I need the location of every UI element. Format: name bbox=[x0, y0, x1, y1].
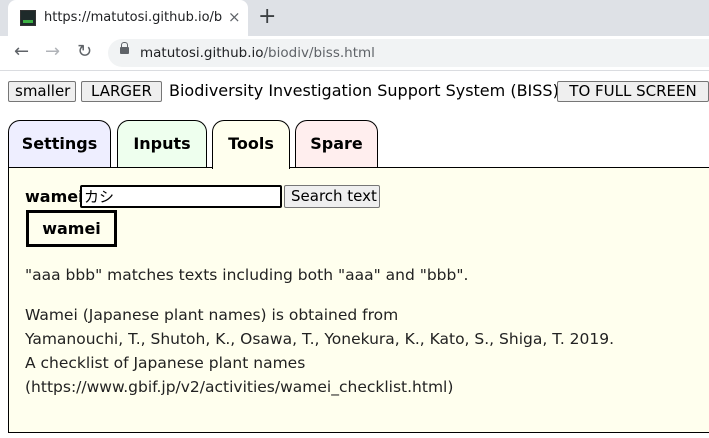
url-text: matutosi.github.io/biodiv/biss.html bbox=[140, 45, 375, 61]
close-tab-icon[interactable]: × bbox=[228, 8, 241, 26]
source-line-1: Wamei (Japanese plant names) is obtained… bbox=[25, 306, 399, 324]
tab-tools[interactable]: Tools bbox=[212, 120, 290, 169]
back-arrow-icon[interactable]: ← bbox=[14, 42, 29, 62]
browser-tab-title: https://matutosi.github.io/biodiv bbox=[44, 10, 222, 25]
url-host: matutosi.github.io bbox=[140, 45, 264, 61]
wamei-search-input[interactable] bbox=[80, 185, 282, 208]
tab-settings[interactable]: Settings bbox=[8, 120, 111, 168]
source-line-3: A checklist of Japanese plant names bbox=[25, 354, 306, 372]
reload-icon[interactable]: ↻ bbox=[77, 42, 92, 62]
larger-button[interactable]: LARGER bbox=[81, 81, 162, 102]
browser-tab[interactable]: https://matutosi.github.io/biodiv × bbox=[8, 0, 248, 36]
page-title: Biodiversity Investigation Support Syste… bbox=[169, 81, 559, 100]
forward-arrow-icon[interactable]: → bbox=[45, 42, 60, 62]
address-bar[interactable]: matutosi.github.io/biodiv/biss.html bbox=[108, 39, 709, 67]
smaller-button[interactable]: smaller bbox=[8, 81, 76, 102]
site-favicon-icon bbox=[20, 10, 36, 26]
new-tab-icon[interactable]: + bbox=[258, 5, 276, 29]
browser-tab-strip: https://matutosi.github.io/biodiv × + bbox=[0, 0, 709, 36]
wamei-result-tag[interactable]: wamei bbox=[26, 210, 117, 247]
url-path: /biodiv/biss.html bbox=[263, 45, 375, 61]
source-line-2: Yamanouchi, T., Shutoh, K., Osawa, T., Y… bbox=[25, 330, 615, 348]
wamei-field-label: wamei bbox=[25, 187, 84, 206]
search-text-button[interactable]: Search text bbox=[284, 185, 380, 208]
lock-icon bbox=[120, 42, 129, 54]
source-line-4: (https://www.gbif.jp/v2/activities/wamei… bbox=[25, 378, 454, 396]
tab-spare[interactable]: Spare bbox=[295, 120, 378, 168]
match-note: "aaa bbb" matches texts including both "… bbox=[25, 266, 469, 284]
full-screen-button[interactable]: TO FULL SCREEN bbox=[557, 81, 709, 102]
tab-inputs[interactable]: Inputs bbox=[117, 120, 207, 168]
browser-toolbar: ← → ↻ matutosi.github.io/biodiv/biss.htm… bbox=[0, 36, 709, 71]
